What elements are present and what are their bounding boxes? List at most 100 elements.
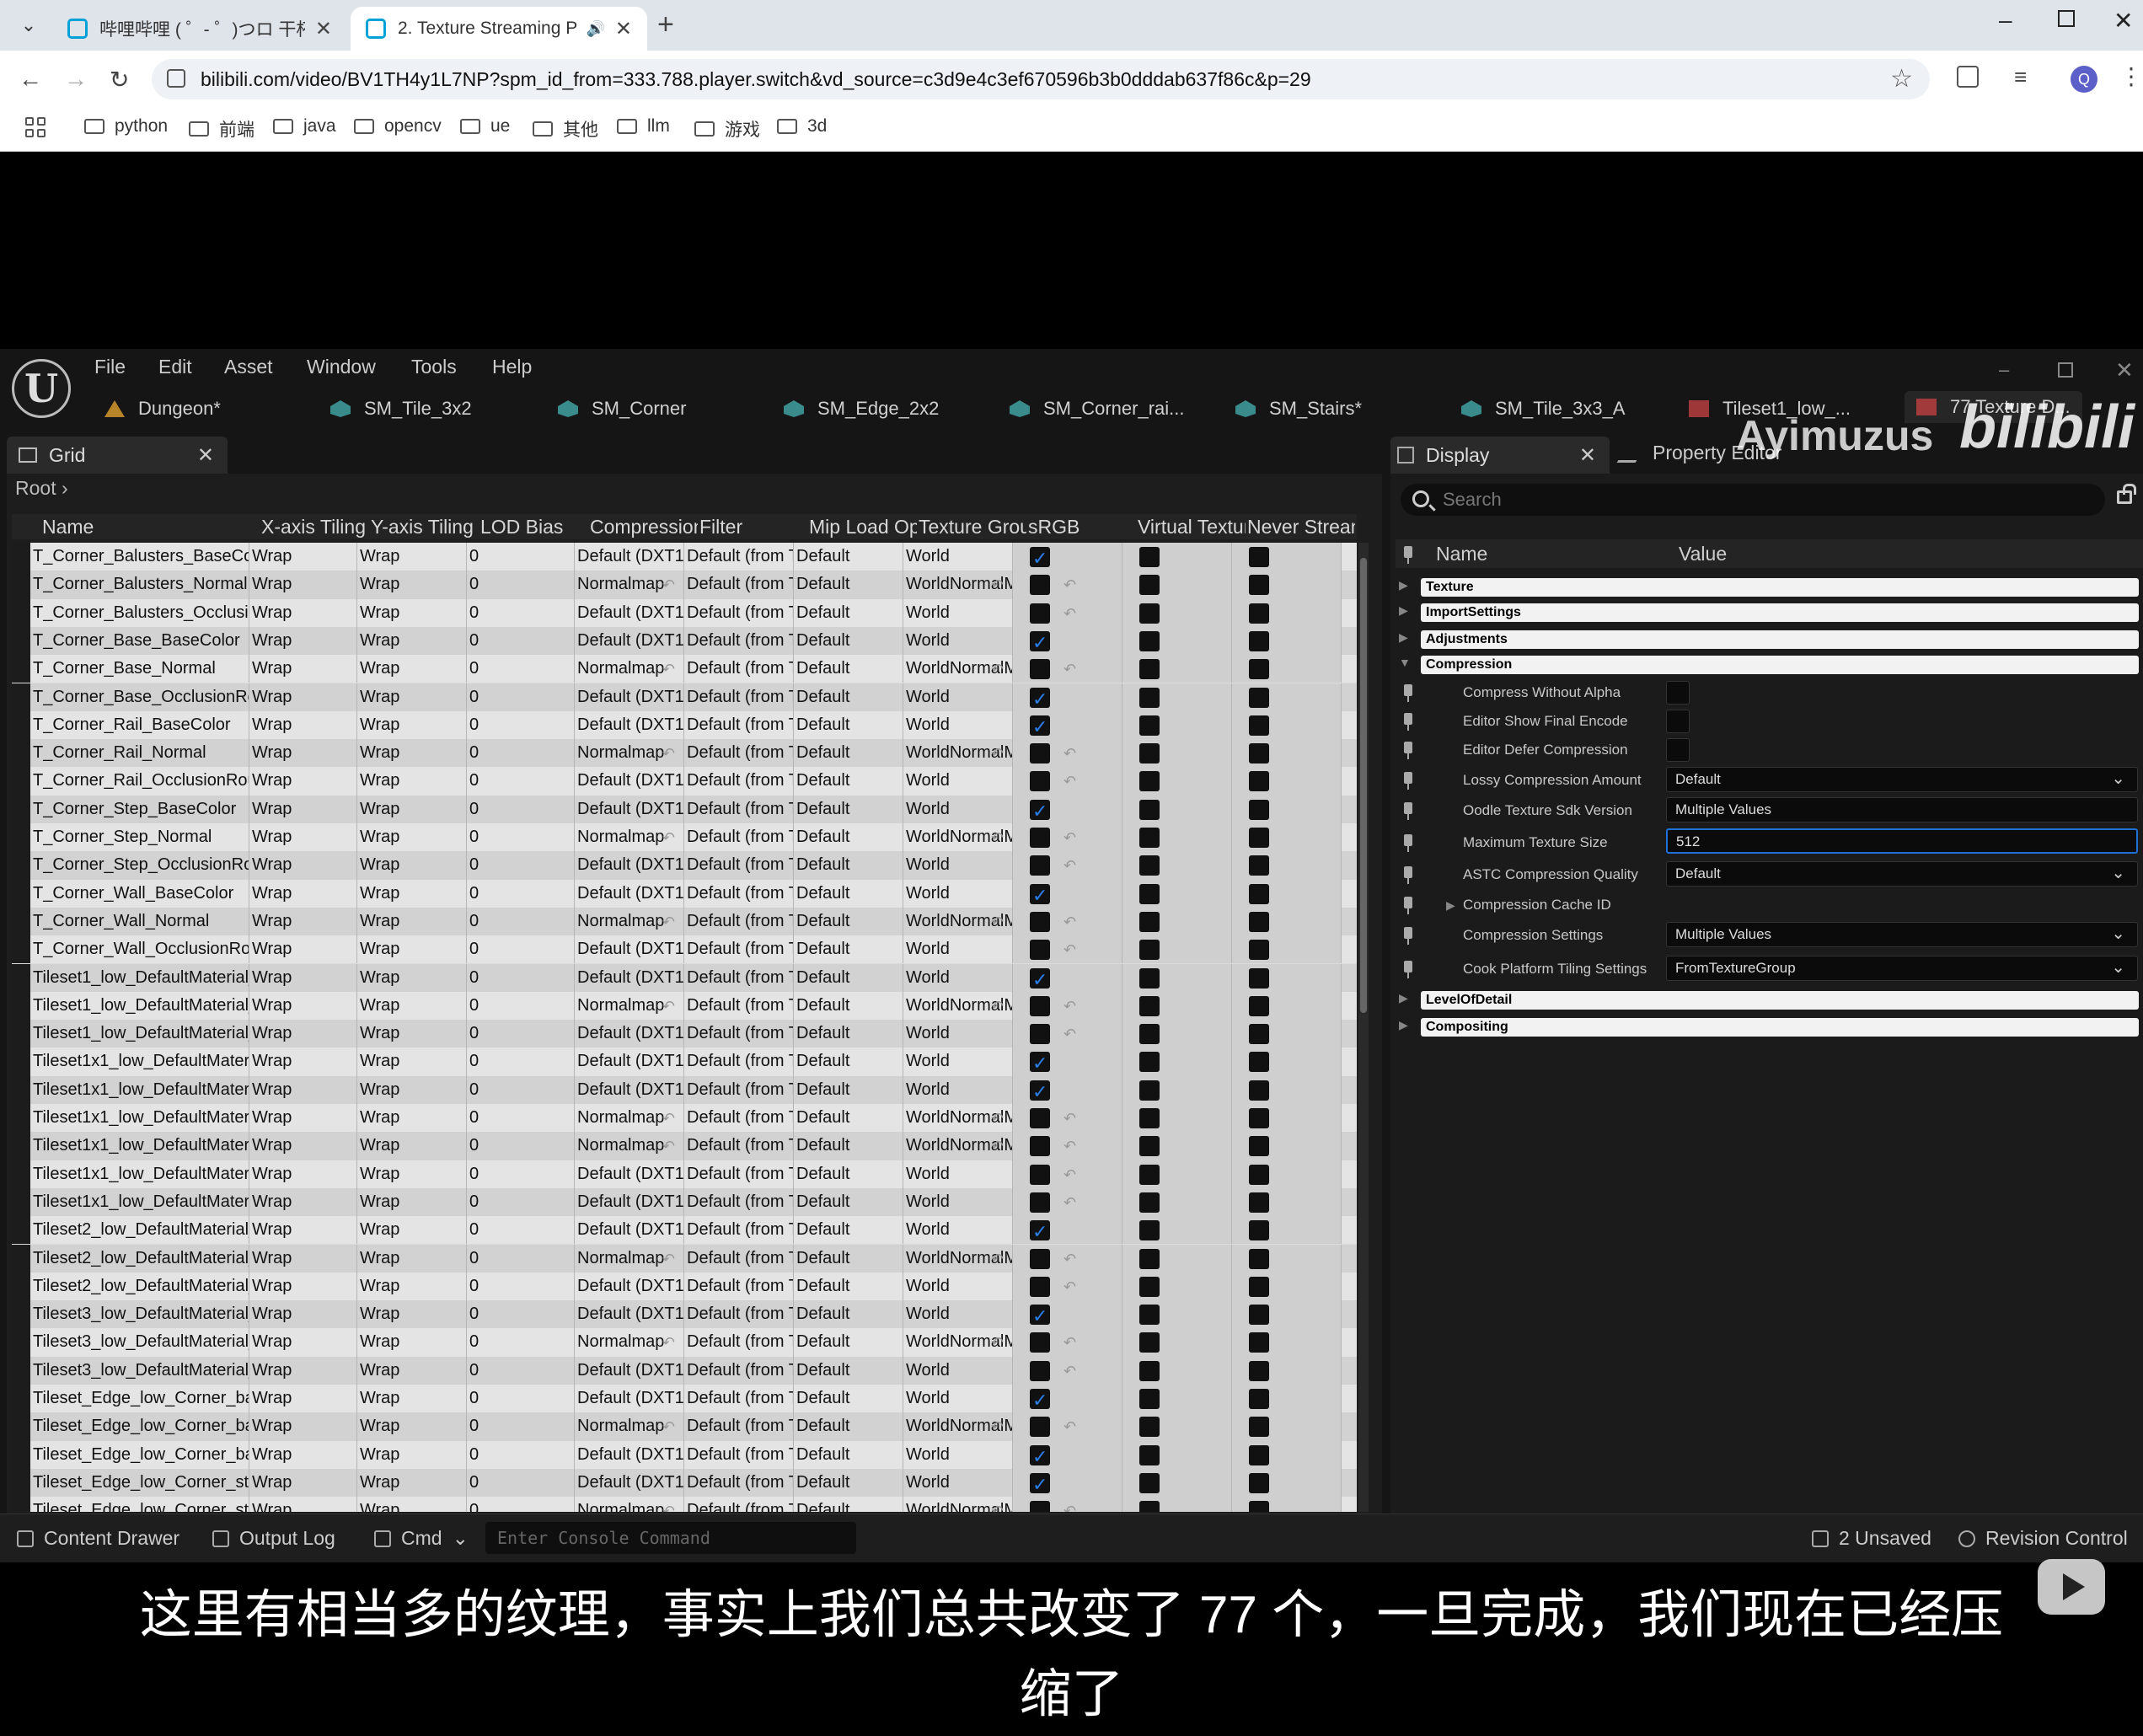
cell-lod[interactable]: 0	[467, 1385, 575, 1413]
cell-group[interactable]: World	[903, 626, 1013, 656]
scrollbar-thumb[interactable]	[1360, 558, 1367, 1013]
checkbox[interactable]	[1139, 547, 1160, 567]
compress-without-alpha-checkbox[interactable]	[1666, 681, 1690, 705]
cell-filter[interactable]: Default (from Texture Group)	[684, 739, 794, 768]
cell-name[interactable]: T_Corner_Wall_BaseColor	[30, 879, 249, 908]
menu-kebab-icon[interactable]: ⋮	[2119, 62, 2143, 90]
cell-lod[interactable]: 0	[467, 543, 575, 571]
cell-name[interactable]: T_Corner_Balusters_BaseColor	[30, 543, 249, 571]
checkbox[interactable]	[1030, 575, 1050, 596]
row-selector[interactable]	[12, 571, 30, 599]
never-stream-cell[interactable]	[1232, 1216, 1342, 1245]
row-selector[interactable]	[12, 1468, 30, 1498]
srgb-cell[interactable]: ↶	[1013, 655, 1122, 683]
cell-y[interactable]: Wrap	[357, 710, 467, 740]
cell-mip[interactable]: Default	[794, 1244, 903, 1273]
table-row[interactable]: T_Corner_Wall_OcclusionRoughnessMetallic…	[12, 935, 1357, 964]
cell-name[interactable]: Tileset3_low_DefaultMaterial_Normal	[30, 1328, 249, 1357]
checkbox[interactable]	[1030, 1302, 1050, 1328]
cell-filter[interactable]: Default (from Texture Group)	[684, 879, 794, 908]
menu-asset[interactable]: Asset	[224, 356, 273, 378]
cell-x[interactable]: Wrap	[249, 879, 357, 908]
table-row[interactable]: T_Corner_Balusters_Normal Wrap Wrap 0 Normal…	[12, 571, 1357, 599]
checkbox[interactable]	[1249, 1501, 1269, 1512]
row-selector[interactable]	[12, 907, 30, 936]
pin-icon[interactable]	[1404, 927, 1412, 945]
cell-group[interactable]: World	[903, 879, 1013, 908]
reset-to-default-icon[interactable]: ↶	[1063, 1133, 1076, 1160]
reset-to-default-icon[interactable]: ↶	[1063, 1329, 1076, 1356]
cell-filter[interactable]: Default (from Texture Group)	[684, 598, 794, 627]
virtual-texture-cell[interactable]	[1122, 626, 1232, 656]
table-row[interactable]: Tileset1x1_low_DefaultMaterial_NormalWra…	[12, 1104, 1357, 1133]
cell-comp[interactable]: Normalmap ↶	[575, 655, 684, 683]
cell-name[interactable]: T_Corner_Balusters_Normal	[30, 571, 249, 599]
cell-mip[interactable]: Default	[794, 655, 903, 683]
srgb-cell[interactable]	[1013, 683, 1122, 711]
srgb-cell[interactable]: ↶	[1013, 1328, 1122, 1357]
checkbox[interactable]	[1139, 1276, 1160, 1297]
col-header-lod-bias[interactable]: LOD Bias	[480, 516, 588, 538]
cell-lod[interactable]: 0	[467, 1497, 575, 1512]
checkbox[interactable]	[1139, 630, 1160, 651]
cell-comp[interactable]: Default (DXT1/5, BC1/3 on DX11)	[575, 710, 684, 740]
cell-comp[interactable]: Default (DXT1/5, BC1/3 on DX11)	[575, 1187, 684, 1217]
cell-y[interactable]: Wrap	[357, 1385, 467, 1413]
checkbox[interactable]	[1249, 687, 1269, 708]
row-selector[interactable]	[12, 1075, 30, 1104]
cell-comp[interactable]: Normalmap ↶	[575, 1132, 684, 1160]
cell-y[interactable]: Wrap	[357, 1187, 467, 1217]
table-row[interactable]: T_Corner_Base_BaseColor Wrap Wrap 0 Default …	[12, 626, 1357, 656]
row-selector[interactable]	[12, 655, 30, 683]
new-tab-button[interactable]: +	[657, 8, 674, 41]
cell-comp[interactable]: Normalmap ↶	[575, 571, 684, 599]
cell-name[interactable]: Tileset_Edge_low_Corner_base_OcclusionRo…	[30, 1440, 249, 1469]
doc-tab-sm-edge-2x2[interactable]: SM_Edge_2x2	[784, 398, 939, 420]
checkbox[interactable]	[1139, 1248, 1160, 1269]
cell-name[interactable]: Tileset_Edge_low_Corner_base_Normal	[30, 1412, 249, 1441]
srgb-cell[interactable]: ↶	[1013, 851, 1122, 880]
virtual-texture-cell[interactable]	[1122, 1244, 1232, 1273]
cell-mip[interactable]: Default	[794, 571, 903, 599]
table-row[interactable]: Tileset1x1_low_DefaultMaterial_Normal2Wr…	[12, 1132, 1357, 1160]
cell-y[interactable]: Wrap	[357, 1132, 467, 1160]
cell-lod[interactable]: 0	[467, 1075, 575, 1104]
cell-group[interactable]: WorldNormalMap↶	[903, 907, 1013, 936]
srgb-cell[interactable]	[1013, 626, 1122, 656]
never-stream-cell[interactable]	[1232, 991, 1342, 1021]
pin-icon[interactable]	[1404, 834, 1412, 852]
table-row[interactable]: T_Corner_Wall_BaseColor Wrap Wrap 0 Default …	[12, 879, 1357, 908]
cell-x[interactable]: Wrap	[249, 1440, 357, 1469]
table-row[interactable]: T_Corner_Step_OcclusionRoughnessMetallic…	[12, 851, 1357, 880]
cell-y[interactable]: Wrap	[357, 571, 467, 599]
cell-mip[interactable]: Default	[794, 879, 903, 908]
never-stream-cell[interactable]	[1232, 851, 1342, 880]
cell-lod[interactable]: 0	[467, 1187, 575, 1217]
reset-to-default-icon[interactable]: ↶	[662, 1105, 675, 1132]
cell-x[interactable]: Wrap	[249, 1104, 357, 1133]
reset-to-default-icon[interactable]: ↶	[662, 1413, 675, 1440]
cell-comp[interactable]: Normalmap ↶	[575, 991, 684, 1021]
audio-playing-icon[interactable]: 🔊	[586, 20, 604, 38]
cell-y[interactable]: Wrap	[357, 1160, 467, 1188]
cell-group[interactable]: World	[903, 710, 1013, 740]
details-search-input[interactable]: Search	[1401, 484, 2105, 516]
cell-group[interactable]: WorldNormalMap↶	[903, 1497, 1013, 1512]
checkbox[interactable]	[1139, 715, 1160, 736]
table-row[interactable]: Tileset2_low_DefaultMaterial_NormalWrapW…	[12, 1244, 1357, 1273]
checkbox[interactable]	[1139, 1501, 1160, 1512]
cell-x[interactable]: Wrap	[249, 1047, 357, 1076]
reset-to-default-icon[interactable]: ↶	[1063, 1273, 1076, 1300]
cell-x[interactable]: Wrap	[249, 739, 357, 768]
checkbox[interactable]	[1030, 1332, 1050, 1353]
table-row[interactable]: Tileset3_low_DefaultMaterial_NormalWrapW…	[12, 1328, 1357, 1357]
table-row[interactable]: Tileset_Edge_low_Corner_base_OcclusionRo…	[12, 1440, 1357, 1469]
grid-scrollbar[interactable]	[1358, 543, 1369, 1512]
checkbox[interactable]	[1139, 575, 1160, 596]
cell-mip[interactable]: Default	[794, 1104, 903, 1133]
cell-mip[interactable]: Default	[794, 1440, 903, 1469]
maximize-window-icon[interactable]	[2058, 10, 2075, 27]
reset-to-default-icon[interactable]: ↶	[1063, 1021, 1076, 1047]
cell-name[interactable]: T_Corner_Base_Normal	[30, 655, 249, 683]
virtual-texture-cell[interactable]	[1122, 1328, 1232, 1357]
